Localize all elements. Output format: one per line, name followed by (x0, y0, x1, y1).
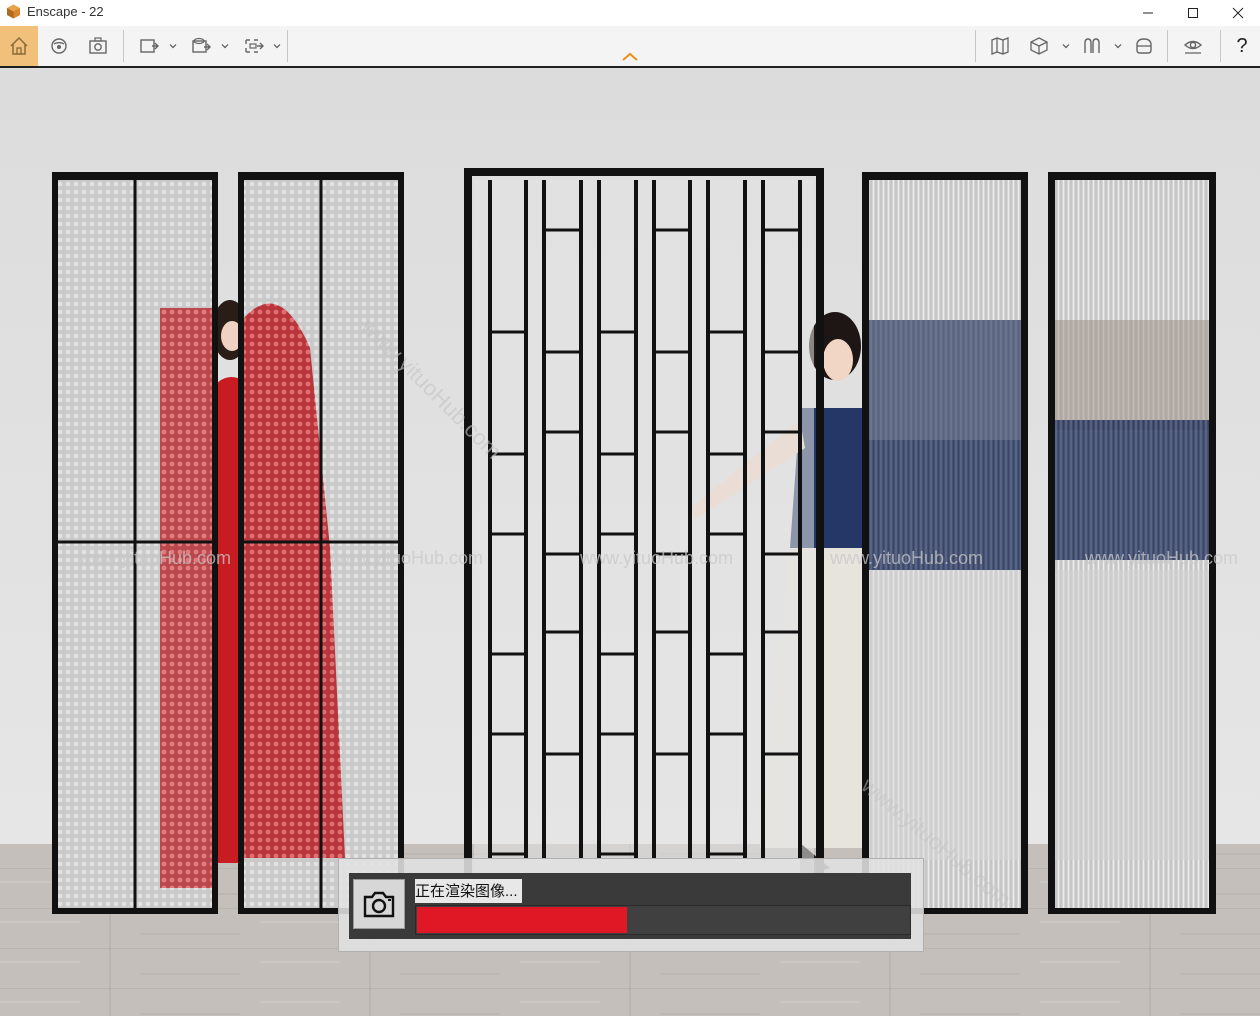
vr-headset-icon (1136, 38, 1152, 54)
enscape-logo-icon (7, 4, 20, 19)
grid-partition (464, 168, 824, 896)
close-icon (1232, 7, 1243, 19)
render-progress-panel: 正在渲染图像... (349, 873, 911, 939)
home-icon (10, 36, 28, 55)
export-video-icon (192, 37, 211, 53)
map-icon (991, 37, 1009, 55)
reeded-glass-panel (1048, 172, 1216, 914)
export-image-icon (140, 39, 159, 53)
render-progress-bar (415, 905, 911, 935)
export-image-button[interactable] (132, 26, 166, 66)
export-panorama-icon (245, 39, 264, 53)
visual-settings-button[interactable] (1175, 26, 1211, 66)
watermark-text: www.yituoHub.com (330, 548, 484, 568)
export-panorama-button[interactable] (237, 26, 271, 66)
asset-library-icon (1084, 38, 1100, 53)
render-progress-dialog: 正在渲染图像... (338, 858, 924, 952)
chevron-down-icon[interactable] (169, 42, 177, 50)
watermark-text: www.yituoHub.com (78, 548, 232, 568)
glass-panel (52, 172, 218, 914)
camera-icon (363, 891, 395, 918)
window-title: Enscape - 22 (27, 4, 104, 19)
chevron-down-icon[interactable] (221, 42, 229, 50)
screenshot-button[interactable] (80, 26, 116, 66)
minimize-icon (1142, 12, 1153, 14)
maximize-icon (1187, 8, 1198, 18)
collapse-toolbar-caret-icon[interactable] (621, 52, 639, 62)
render-progress-fill (417, 907, 628, 933)
title-bar: Enscape - 22 (0, 0, 1260, 26)
vr-headset-button[interactable] (1127, 26, 1161, 66)
chevron-down-icon[interactable] (1062, 42, 1070, 50)
help-button[interactable]: ? (1226, 26, 1258, 66)
orbit-icon (51, 38, 67, 54)
camera-tile (353, 879, 405, 929)
chevron-down-icon[interactable] (273, 42, 281, 50)
export-video-button[interactable] (184, 26, 218, 66)
minimize-button[interactable] (1125, 0, 1170, 26)
watermark-text: www.yituoHub.com (830, 548, 984, 568)
orbit-button[interactable] (42, 26, 76, 66)
asset-library-button[interactable] (1075, 26, 1109, 66)
chevron-down-icon[interactable] (1114, 42, 1122, 50)
glass-panel (238, 172, 404, 914)
map-button[interactable] (983, 26, 1017, 66)
watermark-text: www.yituoHub.com (580, 548, 734, 568)
close-button[interactable] (1215, 0, 1260, 26)
visual-settings-icon (1183, 40, 1203, 54)
box-view-button[interactable] (1022, 26, 1056, 66)
maximize-button[interactable] (1170, 0, 1215, 26)
box-view-icon (1030, 37, 1048, 55)
toolbar-separator (1220, 30, 1221, 62)
toolbar-separator (287, 30, 288, 62)
toolbar-separator (975, 30, 976, 62)
screenshot-icon (89, 37, 107, 54)
render-status-text: 正在渲染图像... (415, 879, 522, 903)
toolbar-separator (1167, 30, 1168, 62)
toolbar-separator (123, 30, 124, 62)
watermark-text: www.yituoHub.com (1085, 548, 1239, 568)
home-button[interactable] (0, 26, 38, 66)
